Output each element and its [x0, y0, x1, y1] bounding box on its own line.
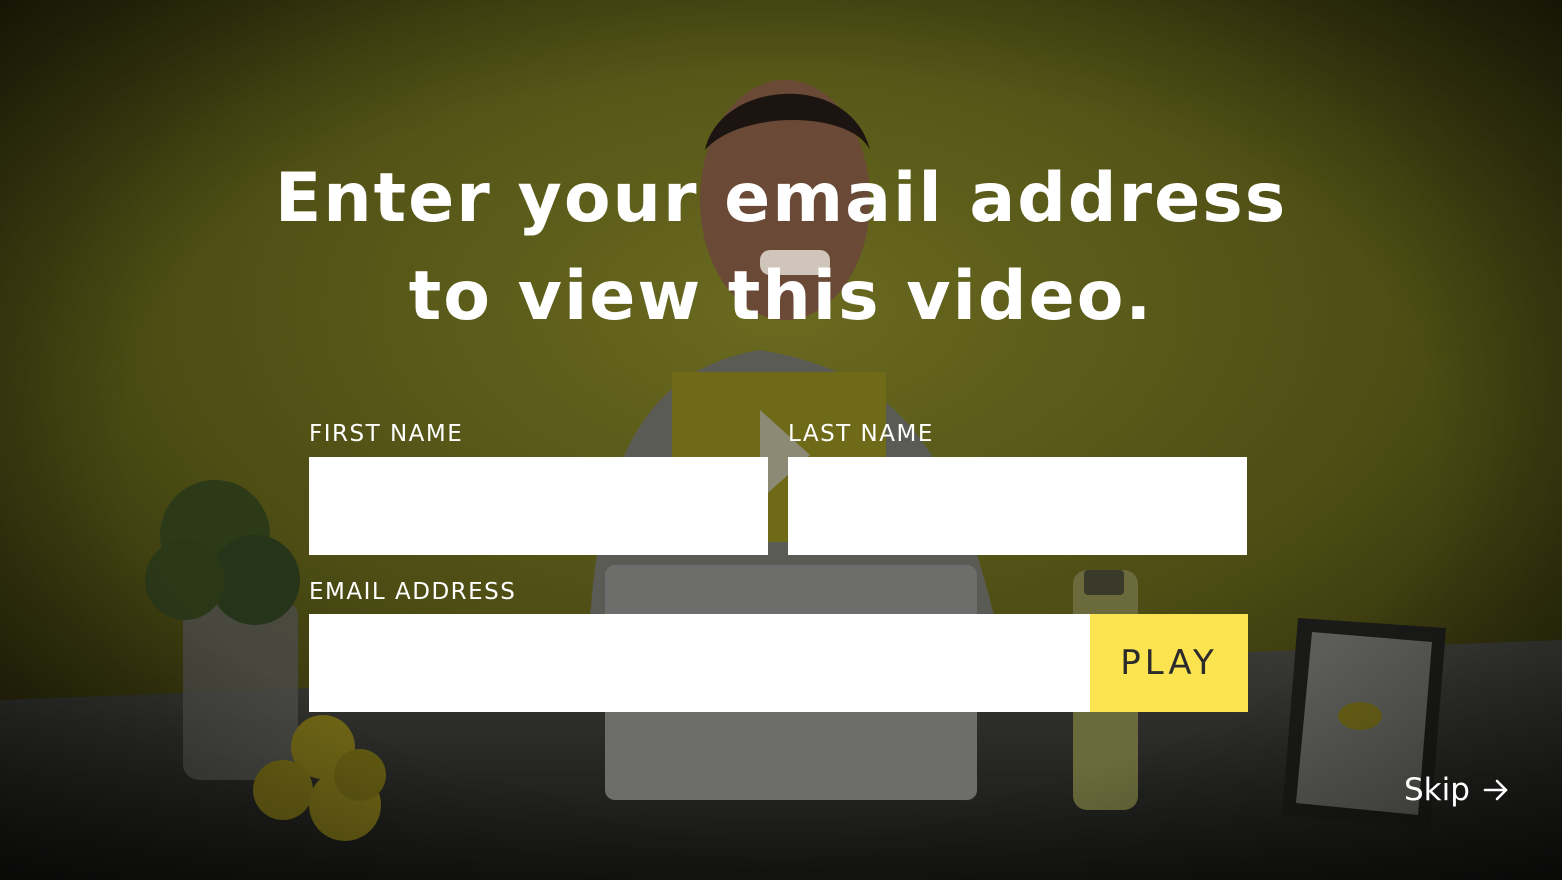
first-name-label: FIRST NAME: [309, 421, 464, 447]
last-name-input[interactable]: [788, 457, 1247, 555]
headline-line-1: Enter your email address: [274, 159, 1288, 238]
video-gate-screen: Enter your email address to view this vi…: [0, 0, 1562, 880]
arrow-right-icon: [1483, 779, 1508, 801]
first-name-input[interactable]: [309, 457, 768, 555]
gate-headline: Enter your email address to view this vi…: [0, 150, 1562, 346]
email-input[interactable]: [309, 614, 1090, 712]
dim-overlay: [0, 0, 1562, 880]
skip-link[interactable]: Skip: [1404, 768, 1510, 812]
headline-line-2: to view this video.: [408, 257, 1154, 336]
play-button[interactable]: PLAY: [1090, 614, 1248, 712]
last-name-label: LAST NAME: [788, 421, 934, 447]
skip-label: Skip: [1404, 772, 1470, 808]
email-label: EMAIL ADDRESS: [309, 579, 517, 605]
